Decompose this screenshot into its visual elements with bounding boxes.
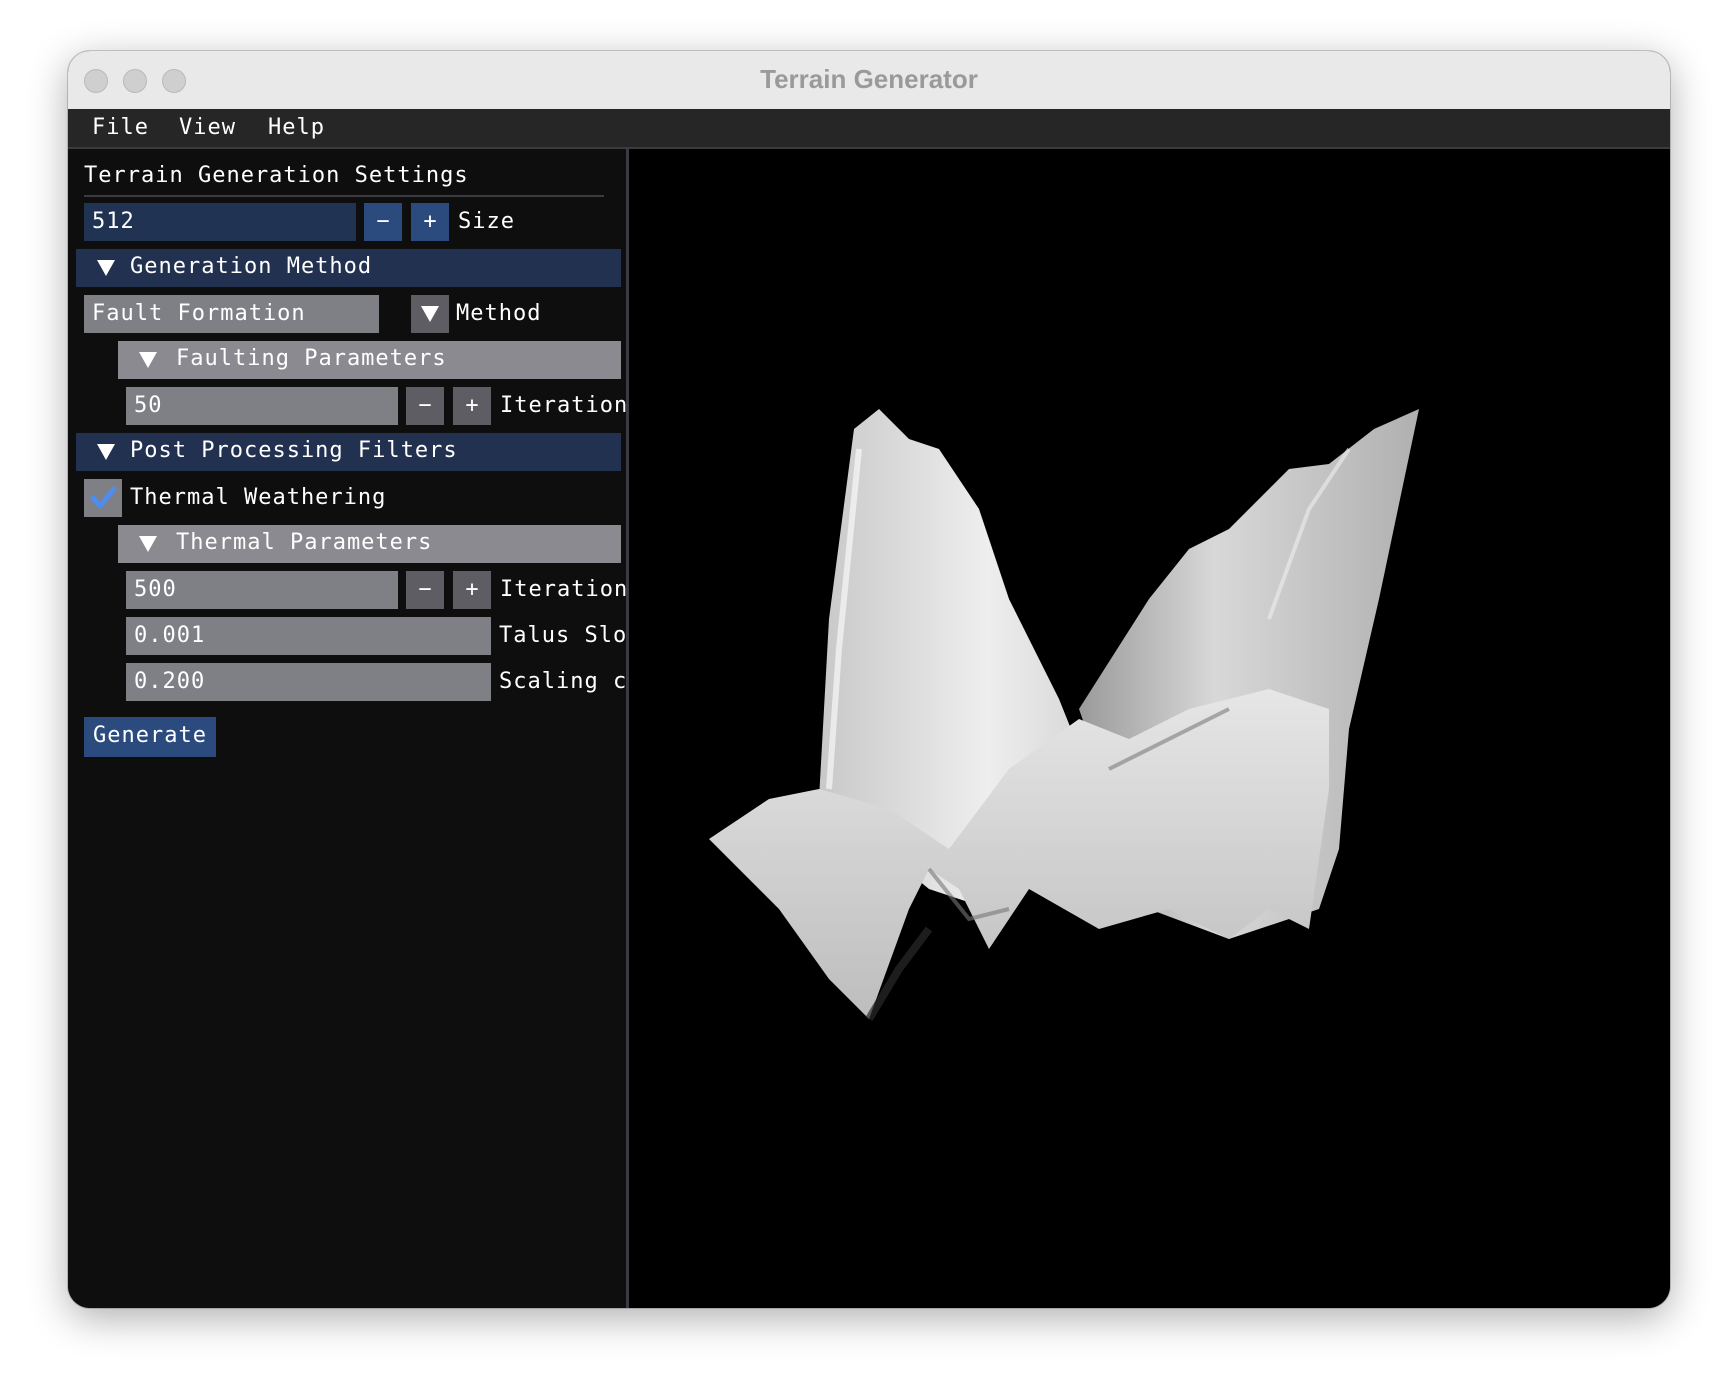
size-decrement-button[interactable]: − xyxy=(364,203,402,241)
collapse-arrow-icon xyxy=(97,444,115,460)
thermal-iterations-decrement-button[interactable]: − xyxy=(406,571,444,609)
scaling-input[interactable]: 0.200 xyxy=(126,663,491,701)
fault-iterations-label: Iteration xyxy=(500,393,629,418)
terrain-viewport[interactable] xyxy=(629,149,1670,1308)
faulting-parameters-header-label: Faulting Parameters xyxy=(176,346,447,371)
collapse-arrow-icon xyxy=(97,260,115,276)
panel-heading: Terrain Generation Settings xyxy=(84,163,469,188)
method-combo[interactable]: Fault Formation xyxy=(84,295,379,333)
collapse-arrow-icon xyxy=(139,352,157,368)
size-increment-button[interactable]: + xyxy=(411,203,449,241)
thermal-parameters-header-label: Thermal Parameters xyxy=(176,530,433,555)
post-processing-header[interactable]: Post Processing Filters xyxy=(76,433,621,471)
thermal-parameters-header[interactable]: Thermal Parameters xyxy=(118,525,621,563)
talus-slope-input[interactable]: 0.001 xyxy=(126,617,491,655)
menu-help[interactable]: Help xyxy=(268,115,325,140)
fault-iterations-decrement-button[interactable]: − xyxy=(406,387,444,425)
collapse-arrow-icon xyxy=(139,536,157,552)
fault-iterations-input[interactable]: 50 xyxy=(126,387,398,425)
terrain-mesh-render xyxy=(709,409,1419,1022)
thermal-iterations-increment-button[interactable]: + xyxy=(453,571,491,609)
thermal-weathering-label: Thermal Weathering xyxy=(130,485,387,510)
size-label: Size xyxy=(458,209,515,234)
menu-file[interactable]: File xyxy=(92,115,149,140)
thermal-iterations-label: Iteration xyxy=(500,577,629,602)
combo-dropdown-button[interactable] xyxy=(411,295,449,333)
settings-panel: Terrain Generation Settings 512 − + Size… xyxy=(68,149,629,1308)
menu-bar: File View Help xyxy=(68,109,1670,149)
generation-method-header[interactable]: Generation Method xyxy=(76,249,621,287)
checkmark-icon xyxy=(90,486,117,509)
faulting-parameters-header[interactable]: Faulting Parameters xyxy=(118,341,621,379)
thermal-weathering-checkbox[interactable] xyxy=(84,479,122,517)
window-title: Terrain Generator xyxy=(760,64,978,94)
post-processing-header-label: Post Processing Filters xyxy=(130,438,458,463)
heading-divider xyxy=(84,195,604,197)
app-window: Terrain Generator File View Help Terrain… xyxy=(68,51,1670,1308)
thermal-iterations-input[interactable]: 500 xyxy=(126,571,398,609)
generation-method-header-label: Generation Method xyxy=(130,254,373,279)
menu-view[interactable]: View xyxy=(179,115,236,140)
title-bar: Terrain Generator xyxy=(68,51,1670,110)
method-label: Method xyxy=(456,301,542,326)
size-input[interactable]: 512 xyxy=(84,203,356,241)
talus-slope-label: Talus Slo xyxy=(499,623,628,648)
scaling-label: Scaling c xyxy=(499,669,628,694)
fault-iterations-increment-button[interactable]: + xyxy=(453,387,491,425)
chevron-down-icon xyxy=(421,306,439,322)
generate-button[interactable]: Generate xyxy=(84,717,216,757)
